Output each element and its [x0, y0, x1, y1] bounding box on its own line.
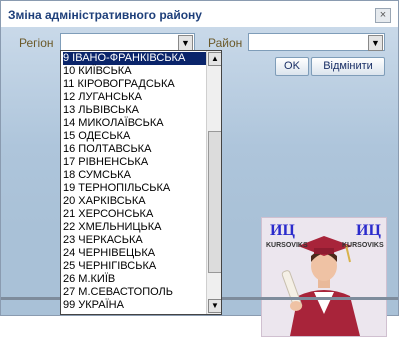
region-option[interactable]: 13 ЛЬВІВСЬКА — [63, 104, 206, 117]
cancel-button[interactable]: Відмінити — [311, 57, 385, 76]
region-option[interactable]: 19 ТЕРНОПІЛЬСЬКА — [63, 182, 206, 195]
region-option[interactable]: 22 ХМЕЛЬНИЦЬКА — [63, 221, 206, 234]
region-option[interactable]: 21 ХЕРСОНСЬКА — [63, 208, 206, 221]
region-option[interactable]: 10 КИЇВСЬКА — [63, 65, 206, 78]
close-icon[interactable]: × — [375, 8, 391, 23]
chevron-down-icon[interactable]: ▼ — [178, 35, 193, 51]
region-option[interactable]: 20 ХАРКІВСЬКА — [63, 195, 206, 208]
scroll-down-icon[interactable]: ▼ — [208, 299, 221, 313]
region-select[interactable]: ▼ — [60, 33, 195, 51]
district-select[interactable]: ▼ — [248, 33, 385, 51]
region-label: Регіон — [19, 36, 54, 50]
dropdown-scrollbar[interactable]: ▲ ▼ — [206, 51, 221, 314]
dialog-titlebar: Зміна адміністративного району × — [1, 1, 398, 27]
region-option[interactable]: 17 РІВНЕНСЬКА — [63, 156, 206, 169]
logo-left-text: ИЦ — [270, 222, 295, 239]
ok-button[interactable]: OK — [275, 57, 309, 76]
region-option[interactable]: 16 ПОЛТАВСЬКА — [63, 143, 206, 156]
kursoviks-logo: ИЦ KURSOVIKS ИЦ KURSOVIKS — [261, 217, 387, 337]
region-option[interactable]: 9 ІВАНО-ФРАНКІВСЬКА — [63, 52, 206, 65]
scroll-thumb[interactable] — [208, 131, 221, 273]
region-dropdown-list[interactable]: 9 ІВАНО-ФРАНКІВСЬКА 10 КИЇВСЬКА 11 КІРОВ… — [60, 50, 222, 315]
region-option[interactable]: 14 МИКОЛАЇВСЬКА — [63, 117, 206, 130]
change-district-dialog: Зміна адміністративного району × Регіон … — [0, 0, 399, 337]
scroll-up-icon[interactable]: ▲ — [208, 52, 221, 66]
logo-left-sub: KURSOVIKS — [266, 242, 308, 249]
logo-right-sub: KURSOVIKS — [342, 242, 384, 249]
region-option[interactable]: 25 ЧЕРНІГІВСЬКА — [63, 260, 206, 273]
region-option[interactable]: 18 СУМСЬКА — [63, 169, 206, 182]
region-option[interactable]: 26 М.КИЇВ — [63, 273, 206, 286]
region-option[interactable]: 12 ЛУГАНСЬКА — [63, 91, 206, 104]
dialog-title: Зміна адміністративного району — [8, 8, 202, 22]
region-option[interactable]: 11 КІРОВОГРАДСЬКА — [63, 78, 206, 91]
region-option[interactable]: 15 ОДЕСЬКА — [63, 130, 206, 143]
logo-right-text: ИЦ — [356, 222, 381, 239]
region-option[interactable]: 99 УКРАЇНА — [63, 299, 206, 312]
region-option[interactable]: 24 ЧЕРНІВЕЦЬКА — [63, 247, 206, 260]
region-option[interactable]: 23 ЧЕРКАСЬКА — [63, 234, 206, 247]
district-label: Район — [208, 36, 243, 50]
chevron-down-icon[interactable]: ▼ — [368, 35, 383, 51]
region-option[interactable]: 27 М.СЕВАСТОПОЛЬ — [63, 286, 206, 299]
